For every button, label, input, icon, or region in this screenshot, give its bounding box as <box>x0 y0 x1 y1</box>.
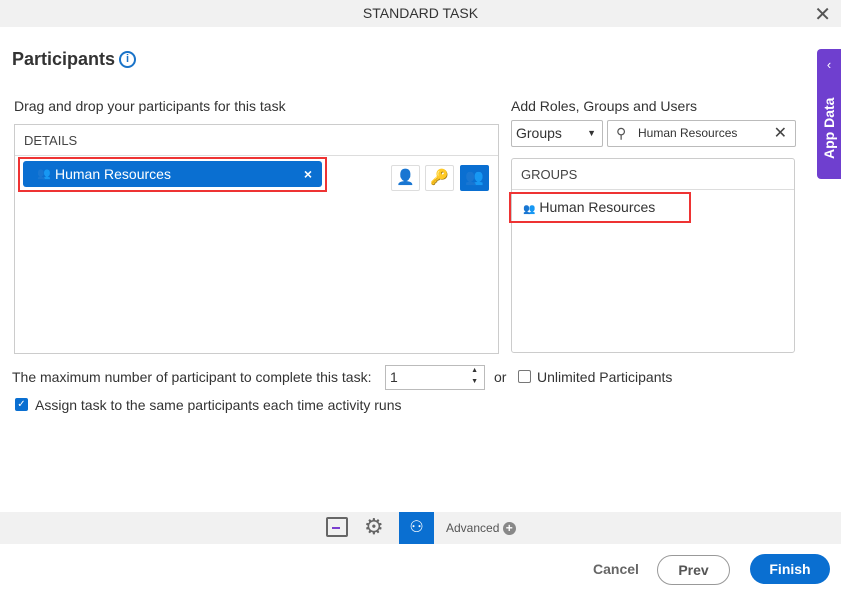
chevron-left-icon: ‹ <box>826 57 832 72</box>
finish-button[interactable]: Finish <box>750 554 830 584</box>
plus-icon: + <box>502 522 516 535</box>
info-icon[interactable]: i <box>119 51 136 68</box>
max-label: The maximum number of participant to com… <box>12 369 372 385</box>
window-title: STANDARD TASK <box>0 0 841 27</box>
cancel-button[interactable]: Cancel <box>593 561 639 577</box>
remove-icon[interactable]: × <box>304 161 312 187</box>
advanced-link[interactable]: Advanced + <box>446 521 516 535</box>
form-icon[interactable] <box>326 517 348 537</box>
page-title: Participants <box>12 49 116 69</box>
groups-header: GROUPS <box>512 159 794 190</box>
max-participants-input[interactable]: 1 ▲ ▼ <box>385 365 485 390</box>
participant-chip[interactable]: 👥 Human Resources × <box>23 161 322 187</box>
assign-label: Assign task to the same participants eac… <box>35 397 402 413</box>
details-header: DETAILS <box>15 125 498 156</box>
advanced-label: Advanced <box>446 521 500 535</box>
app-data-label: App Data <box>821 97 837 159</box>
type-select-value: Groups <box>516 125 562 141</box>
search-input[interactable]: ⚲ Human Resources ✕ <box>607 120 796 147</box>
or-label: or <box>494 369 507 385</box>
max-value: 1 <box>390 369 398 385</box>
right-instruction: Add Roles, Groups and Users <box>511 98 697 114</box>
group-type-icon[interactable]: 👥 <box>460 165 489 191</box>
unlimited-checkbox[interactable] <box>518 370 531 383</box>
assign-checkbox[interactable]: ✓ <box>15 398 28 411</box>
group-icon: 👥 <box>523 204 536 215</box>
group-result[interactable]: 👥 Human Resources <box>509 192 691 223</box>
close-icon[interactable]: ✕ <box>814 2 831 27</box>
unlimited-label: Unlimited Participants <box>537 369 673 385</box>
participants-icon[interactable]: ⚇ <box>399 512 434 544</box>
prev-button[interactable]: Prev <box>657 555 730 585</box>
group-icon: 👥 <box>37 168 51 180</box>
search-value: Human Resources <box>638 126 738 140</box>
gear-icon[interactable]: ⚙ <box>364 514 384 540</box>
user-type-icon[interactable]: 👤 <box>391 165 420 191</box>
clear-icon[interactable]: ✕ <box>774 121 787 146</box>
stepper-icon[interactable]: ▲ ▼ <box>471 365 478 387</box>
chip-label: Human Resources <box>55 166 171 182</box>
left-instruction: Drag and drop your participants for this… <box>14 98 286 114</box>
search-icon: ⚲ <box>616 125 627 141</box>
role-type-icon[interactable]: 🔑 <box>425 165 454 191</box>
group-result-label: Human Resources <box>539 199 656 215</box>
groups-panel: GROUPS <box>511 158 795 353</box>
dropdown-arrow-icon: ▼ <box>587 128 596 138</box>
app-data-tab[interactable]: ‹ App Data <box>817 49 841 179</box>
type-select[interactable]: Groups ▼ <box>511 120 603 147</box>
